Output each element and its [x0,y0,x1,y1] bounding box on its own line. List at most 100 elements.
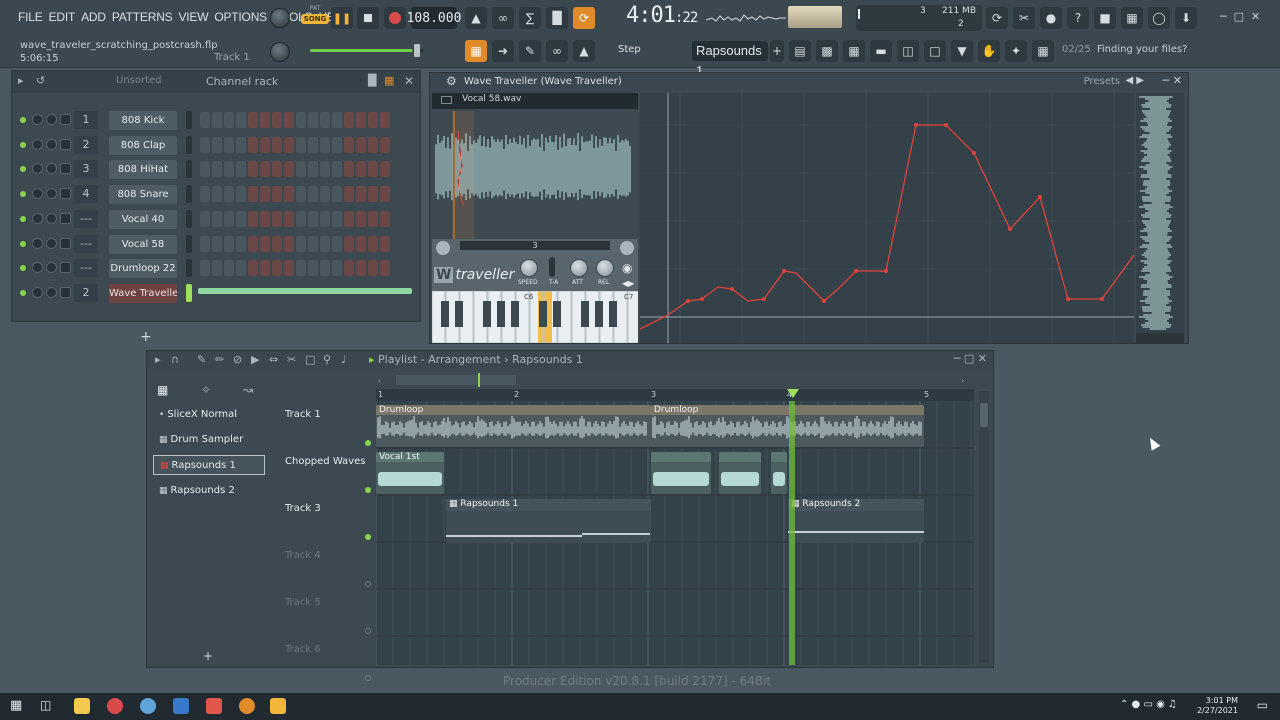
magnet-icon[interactable]: ∩ [171,353,179,366]
minimize-icon[interactable]: ─ [1220,10,1227,23]
view-playlist-button[interactable]: ▤ [789,40,811,62]
maximize-icon[interactable]: □ [1234,10,1244,23]
waveform-overview[interactable] [1136,93,1184,343]
channel-select-bar[interactable] [186,283,192,302]
channel-led[interactable] [20,240,26,247]
gear-icon[interactable]: ⚙ [446,74,457,88]
value-display[interactable]: 3 [460,241,610,250]
app2-icon[interactable] [173,698,189,714]
step-buttons[interactable] [200,136,390,153]
snap-label[interactable]: Step [618,44,641,55]
step-edit-button[interactable]: █ [546,7,568,29]
envelope-point[interactable] [972,151,976,155]
track-mute-led[interactable] [365,581,371,587]
menu-add[interactable]: ADD [81,10,106,24]
countdown-button[interactable]: ∑ [519,7,541,29]
playlist-vertical-scrollbar[interactable] [979,391,989,663]
select-tool-icon[interactable]: □ [305,353,315,366]
channel-name-button[interactable]: 808 Snare [109,185,177,205]
tray-icons[interactable]: ⌃ ● ▭ ◉ ♫ [1120,699,1177,710]
step-buttons[interactable] [200,161,390,178]
channel-volume-knob[interactable] [46,262,57,274]
menu-patterns[interactable]: PATTERNS [112,10,173,24]
channel-name-button[interactable]: 808 Kick [109,111,177,130]
envelope-point[interactable] [762,297,766,301]
playback-tool-icon[interactable]: ♩ [341,353,346,366]
track-mute-led[interactable] [365,440,371,446]
pause-button[interactable]: ❚❚ [331,7,353,29]
channel-name-button[interactable]: Drumloop 22 [109,259,177,279]
undo-icon[interactable]: ↺ [36,74,45,87]
link-button[interactable]: ∞ [546,40,568,62]
track-header[interactable]: Track 4 [285,546,375,593]
clip-vocal-chop[interactable] [771,452,787,494]
track-mute-led[interactable] [365,487,371,493]
presets-button[interactable]: Presets [1084,76,1120,87]
app-icon[interactable] [140,698,156,714]
channel-volume-knob[interactable] [46,286,57,298]
sample-file-bar[interactable]: Vocal 58.wav [432,93,638,109]
channel-mixer-track[interactable]: 1 [74,111,98,129]
channel-filter[interactable]: Unsorted [116,75,162,86]
add-pattern-plus-icon[interactable]: + [203,649,213,663]
playlist-automation-icon[interactable]: ↝ [243,383,253,397]
slider-handle[interactable] [414,44,420,57]
channel-mixer-toggle[interactable] [60,286,71,298]
folder-icon[interactable] [441,96,452,104]
sample-waveform[interactable] [432,111,638,239]
channel-mixer-track[interactable]: 2 [74,283,98,302]
step-buttons[interactable] [200,260,390,277]
channel-row[interactable]: 2 Wave Traveller [12,282,422,304]
delete-tool-icon[interactable]: ⊘ [233,353,242,366]
channel-select-bar[interactable] [186,111,192,129]
channel-volume-knob[interactable] [46,163,57,175]
add-pattern-button[interactable]: + [770,40,784,62]
attack-knob[interactable] [570,259,588,277]
close-icon[interactable]: ✕ [1251,10,1260,23]
menu-view[interactable]: VIEW [178,10,208,24]
channel-mixer-track[interactable]: --- [74,209,98,228]
channel-pan-knob[interactable] [32,286,43,298]
channel-volume-knob[interactable] [46,188,57,200]
channel-row[interactable]: --- Vocal 58 [12,233,422,255]
record-button[interactable] [384,7,406,29]
plugin-button[interactable]: ▼ [951,40,973,62]
playlist-window-controls[interactable]: ─ □ ✕ [954,352,987,365]
channel-led[interactable] [20,191,26,198]
pattern-item[interactable]: ▦ Rapsounds 2 [153,481,265,501]
slip-tool-icon[interactable]: ⇔ [269,353,278,366]
file-explorer-icon[interactable] [74,698,90,714]
mini-keyboard[interactable]: C6 C7 [431,290,642,344]
channel-select-bar[interactable] [186,209,192,228]
channel-pan-knob[interactable] [32,237,43,249]
pat-song-toggle[interactable]: PAT SONG [301,5,329,31]
channel-pan-knob[interactable] [32,163,43,175]
zoom-tool-icon[interactable]: ⚲ [323,353,331,366]
channel-pan-knob[interactable] [32,114,43,125]
piano-roll-button[interactable]: ▦ [465,40,487,62]
pattern-item[interactable]: ▦ Drum Sampler [153,430,265,450]
envelope-point[interactable] [1038,195,1042,199]
channel-select-bar[interactable] [186,234,192,253]
wait-input-button[interactable]: ∞ [492,7,514,29]
pattern-selector[interactable]: Rapsounds 1 [692,41,768,78]
loop-record-button[interactable]: ⟳ [573,7,595,29]
channel-select-bar[interactable] [186,259,192,278]
release-knob[interactable] [596,259,614,277]
clip-pattern-rapsounds-1[interactable]: ▦ Rapsounds 1 [446,499,651,543]
menu-edit[interactable]: EDIT [49,10,76,24]
volume-knob-small[interactable] [620,241,634,255]
arrow-button[interactable]: ➜ [492,40,514,62]
channel-volume-knob[interactable] [46,237,57,249]
track-header[interactable]: Track 5 [285,593,375,640]
playhead-marker-icon[interactable] [787,389,799,399]
pattern-item[interactable]: • SliceX Normal [153,405,265,425]
channel-mixer-track[interactable]: 2 [74,135,98,154]
channel-mixer-track[interactable]: --- [74,234,98,253]
app4-icon[interactable] [239,698,255,714]
notifications-icon[interactable]: ▭ [1257,698,1268,712]
channel-sequence-bar[interactable] [198,287,412,294]
save-button[interactable]: ■ [1094,7,1116,29]
chrome-icon[interactable] [107,698,123,714]
clip-drumloop[interactable]: Drumloop [376,405,651,447]
